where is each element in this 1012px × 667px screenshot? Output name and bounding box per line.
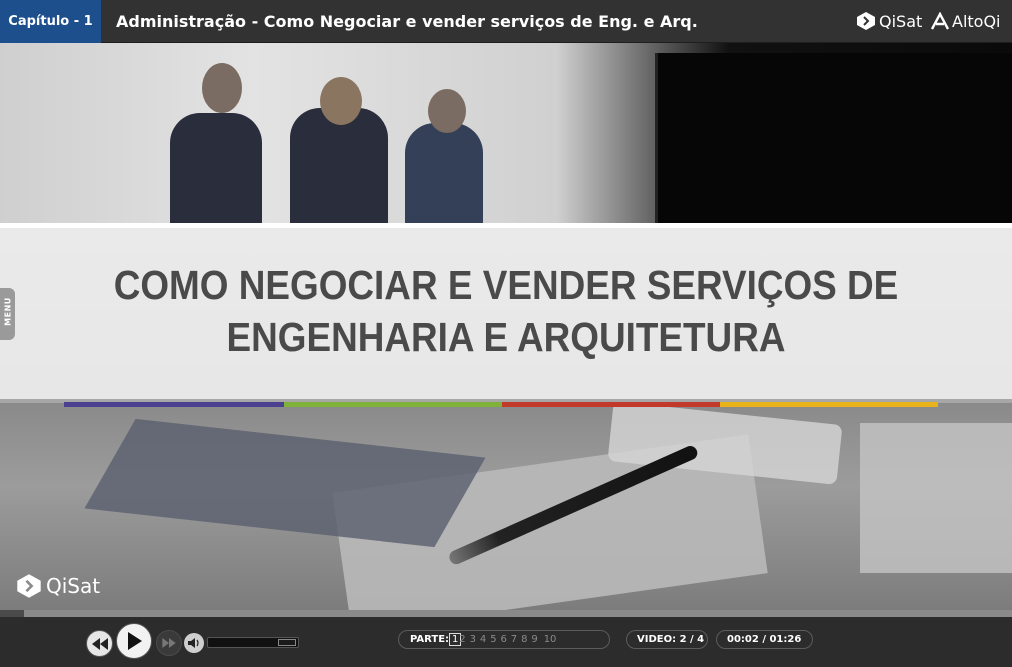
- color-bar-red: [502, 402, 720, 407]
- part-2-button[interactable]: 2: [459, 631, 465, 648]
- business-people-photo: [0, 43, 1012, 223]
- qisat-logo: QiSat: [856, 8, 922, 34]
- slide-stage: COMO NEGOCIAR E VENDER SERVIÇOS DE ENGEN…: [0, 43, 1012, 610]
- part-10-button[interactable]: 10: [544, 631, 557, 648]
- person-silhouette: [405, 123, 483, 223]
- qisat-logo-icon: [857, 12, 875, 30]
- keyboard-image: [860, 423, 1012, 573]
- slide-title-band: COMO NEGOCIAR E VENDER SERVIÇOS DE ENGEN…: [0, 223, 1012, 399]
- time-display-text: 00:02 / 01:26: [727, 634, 802, 645]
- part-9-button[interactable]: 9: [531, 631, 537, 648]
- menu-tab[interactable]: MENU: [0, 288, 15, 340]
- color-bar-yellow: [720, 402, 938, 407]
- desk-photo: [0, 401, 1012, 610]
- person-head: [202, 63, 242, 113]
- color-bar-green: [284, 402, 502, 407]
- parts-label: PARTE:: [410, 634, 450, 645]
- chapter-badge: Capítulo - 1: [0, 0, 101, 43]
- header-bar: Capítulo - 1 Administração - Como Negoci…: [0, 0, 1012, 43]
- person-silhouette: [290, 108, 388, 223]
- person-head: [428, 89, 466, 133]
- part-4-button[interactable]: 4: [480, 631, 486, 648]
- menu-tab-label: MENU: [3, 297, 13, 326]
- fast-forward-button[interactable]: [156, 630, 182, 656]
- monitor-image: [655, 53, 1012, 223]
- volume-button[interactable]: [184, 633, 204, 653]
- video-indicator: VIDEO: 2 / 4: [626, 630, 708, 649]
- video-indicator-text: VIDEO: 2 / 4: [637, 631, 704, 648]
- parts-navigator: PARTE: 1 2 3 4 5 6 7 8 9 10: [398, 630, 610, 649]
- fast-forward-icon: [162, 638, 176, 648]
- seek-bar-fill: [0, 610, 25, 617]
- course-title: Administração - Como Negociar e vender s…: [116, 12, 698, 31]
- clipboard-image: [84, 418, 486, 548]
- time-display: 00:02 / 01:26: [716, 630, 813, 649]
- play-icon: [128, 632, 142, 650]
- play-button[interactable]: [116, 623, 152, 659]
- qisat-watermark: QiSat: [16, 573, 100, 599]
- volume-slider[interactable]: [207, 637, 299, 648]
- part-5-button[interactable]: 5: [490, 631, 496, 648]
- slide-title-line-2: ENGENHARIA E ARQUITETURA: [226, 314, 786, 360]
- volume-slider-handle[interactable]: [277, 639, 296, 646]
- part-7-button[interactable]: 7: [511, 631, 517, 648]
- person-head: [320, 77, 362, 125]
- qisat-logo-text: QiSat: [879, 11, 923, 31]
- video-value: 2 / 4: [679, 634, 705, 645]
- part-6-button[interactable]: 6: [501, 631, 507, 648]
- speaker-icon: [188, 638, 199, 648]
- player-controls: PARTE: 1 2 3 4 5 6 7 8 9 10 VIDEO: 2 / 4 00:02 / …: [0, 617, 1012, 667]
- qisat-watermark-text: QiSat: [46, 574, 101, 598]
- color-bar-purple: [64, 402, 284, 407]
- part-8-button[interactable]: 8: [521, 631, 527, 648]
- altoqi-logo-icon: [931, 12, 949, 30]
- qisat-watermark-icon: [17, 574, 41, 598]
- slide-title-line-1: COMO NEGOCIAR E VENDER SERVIÇOS DE: [113, 262, 899, 308]
- video-label: VIDEO:: [637, 634, 677, 645]
- altoqi-logo-text: AltoQi: [952, 11, 1001, 31]
- altoqi-logo: AltoQi: [931, 8, 1001, 34]
- slide-title: COMO NEGOCIAR E VENDER SERVIÇOS DE ENGEN…: [51, 259, 962, 363]
- part-3-button[interactable]: 3: [470, 631, 476, 648]
- rewind-button[interactable]: [86, 630, 113, 657]
- person-silhouette: [170, 113, 262, 223]
- seek-bar[interactable]: [0, 610, 1012, 617]
- rewind-icon: [91, 637, 108, 650]
